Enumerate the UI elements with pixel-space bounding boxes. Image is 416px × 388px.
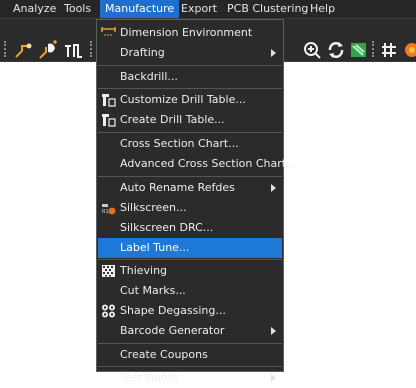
menu-item-silkscreen[interactable]: R1 Silkscreen... — [98, 198, 282, 218]
menu-separator — [98, 259, 282, 260]
menu-item-label: Test Points — [120, 371, 179, 384]
manufacture-dropdown: Dimension Environment Drafting Backdrill… — [96, 19, 297, 384]
drill-table-icon — [102, 94, 116, 107]
menu-item-advanced-cross-section-chart[interactable]: Advanced Cross Section Chart... — [98, 154, 297, 174]
menu-item-customize-drill-table[interactable]: Customize Drill Table... — [98, 90, 282, 110]
menu-item-create-coupons[interactable]: Create Coupons — [98, 345, 282, 365]
submenu-arrow-icon — [271, 49, 276, 57]
menu-item-label: Customize Drill Table... — [120, 93, 246, 106]
menu-item-backdrill[interactable]: Backdrill... — [98, 67, 282, 87]
toolbar-grip[interactable] — [90, 41, 94, 57]
menu-item-label: Auto Rename Refdes — [120, 181, 235, 194]
menu-item-silkscreen-drc[interactable]: Silkscreen DRC... — [98, 218, 282, 238]
menu-separator — [98, 343, 282, 344]
add-connect-icon[interactable] — [37, 40, 59, 60]
submenu-arrow-icon — [271, 327, 276, 335]
menu-item-create-drill-table[interactable]: Create Drill Table... — [98, 110, 282, 130]
svg-text:R1: R1 — [102, 209, 109, 215]
menu-item-label: Create Drill Table... — [120, 113, 225, 126]
menu-pcb-clustering[interactable]: PCB Clustering — [222, 0, 313, 18]
menu-help[interactable]: Help — [305, 0, 340, 18]
menu-item-drafting[interactable]: Drafting — [98, 43, 282, 63]
menu-item-label: Cross Section Chart... — [120, 137, 239, 150]
grid-icon[interactable] — [380, 41, 398, 59]
menu-item-cross-section-chart[interactable]: Cross Section Chart... — [98, 134, 282, 154]
menu-item-label: Create Coupons — [120, 348, 208, 361]
menu-item-thieving[interactable]: Thieving — [98, 261, 282, 281]
color-icon[interactable] — [404, 41, 416, 59]
menu-item-label: Barcode Generator — [120, 324, 225, 337]
dimension-icon — [101, 27, 116, 36]
menu-item-dimension-environment[interactable]: Dimension Environment — [98, 23, 282, 43]
menu-item-label-tune[interactable]: Label Tune... — [98, 238, 282, 258]
submenu-arrow-icon — [271, 374, 276, 382]
menu-separator — [98, 176, 282, 177]
tune-icon[interactable] — [64, 41, 84, 59]
layer-icon[interactable] — [350, 41, 368, 59]
zoom-icon[interactable] — [302, 40, 322, 60]
menu-item-label: Silkscreen DRC... — [120, 221, 214, 234]
menu-item-label: Dimension Environment — [120, 26, 253, 39]
menu-analyze[interactable]: Analyze — [8, 0, 61, 18]
route-icon[interactable] — [14, 41, 34, 59]
menu-item-label: Drafting — [120, 46, 165, 59]
menu-separator — [98, 366, 282, 367]
toolbar-grip[interactable] — [372, 41, 376, 57]
menu-item-label: Label Tune... — [120, 241, 190, 254]
menu-bar: Analyze Tools Manufacture Export PCB Clu… — [0, 0, 416, 19]
menu-item-label: Silkscreen... — [120, 201, 187, 214]
menu-item-label: Shape Degassing... — [120, 304, 226, 317]
silkscreen-icon: R1 — [102, 204, 116, 215]
degassing-icon — [102, 304, 115, 318]
menu-separator — [98, 132, 282, 133]
submenu-arrow-icon — [271, 184, 276, 192]
menu-item-label: Cut Marks... — [120, 284, 186, 297]
menu-item-auto-rename-refdes[interactable]: Auto Rename Refdes — [98, 178, 282, 198]
menu-item-label: Thieving — [120, 264, 168, 277]
menu-item-label: Backdrill... — [120, 70, 178, 83]
toolbar-grip[interactable] — [4, 41, 8, 57]
menu-item-test-points[interactable]: Test Points — [98, 368, 282, 388]
menu-item-label: Advanced Cross Section Chart... — [120, 157, 297, 170]
menu-item-barcode-generator[interactable]: Barcode Generator — [98, 321, 282, 341]
menu-item-shape-degassing[interactable]: Shape Degassing... — [98, 301, 282, 321]
menu-manufacture[interactable]: Manufacture — [100, 0, 180, 18]
menu-export[interactable]: Export — [176, 0, 222, 18]
menu-item-cut-marks[interactable]: Cut Marks... — [98, 281, 282, 301]
menu-tools[interactable]: Tools — [59, 0, 96, 18]
refresh-icon[interactable] — [326, 40, 346, 60]
thieving-icon — [102, 265, 115, 277]
menu-separator — [98, 65, 282, 66]
menu-separator — [98, 88, 282, 89]
drill-table-icon — [102, 114, 116, 127]
